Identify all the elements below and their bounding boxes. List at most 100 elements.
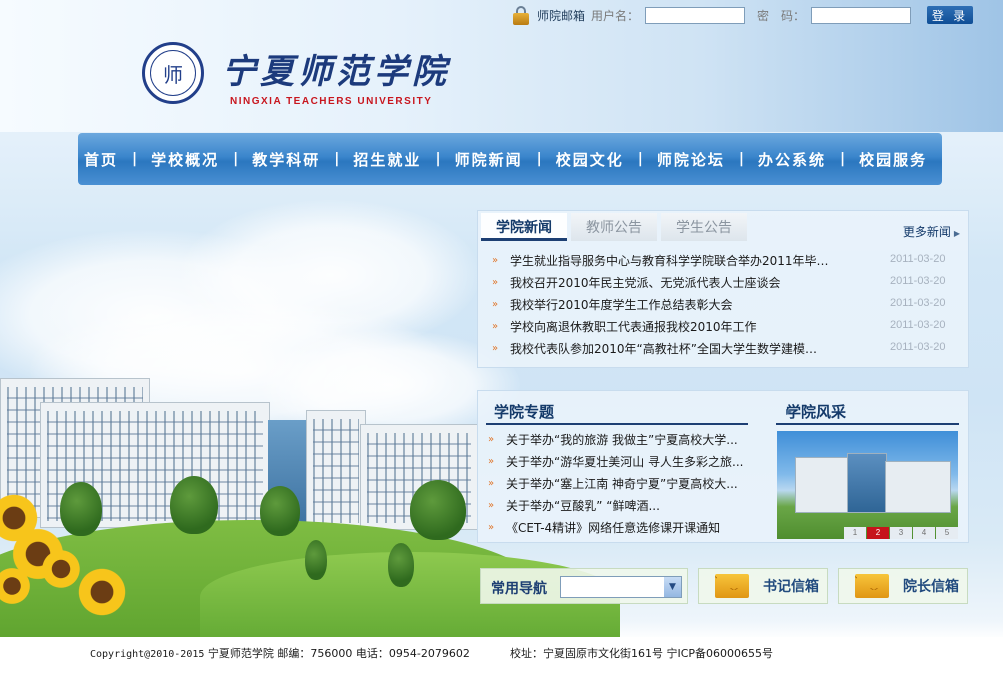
slideshow-pager: 1 2 3 4 5 [844, 527, 958, 539]
login-bar: 师院邮箱 用户名： 密 码： 登 录 [511, 4, 973, 26]
double-chevron-icon: » [488, 434, 495, 445]
list-item: » 我校举行2010年度学生工作总结表彰大会 2011-03-20 [492, 294, 962, 316]
double-chevron-icon: » [492, 277, 499, 288]
list-item: » 学生就业指导服务中心与教育科学学院联合举办2011年毕… 2011-03-20 [492, 250, 962, 272]
campus-photo-slideshow[interactable]: 1 2 3 4 5 [777, 431, 958, 539]
nav-separator: | [132, 151, 138, 167]
list-item: » 我校召开2010年民主党派、无党派代表人士座谈会 2011-03-20 [492, 272, 962, 294]
double-chevron-icon: » [488, 500, 495, 511]
double-chevron-icon: » [488, 522, 495, 533]
tab-college-news[interactable]: 学院新闻 [481, 213, 567, 241]
topic-title[interactable]: 关于举办“豆酸乳” “鲜啤酒... [506, 495, 762, 517]
topic-title[interactable]: 《CET-4精讲》网络任意选修课开课通知 [506, 517, 762, 539]
news-title[interactable]: 我校召开2010年民主党派、无党派代表人士座谈会 [510, 272, 830, 294]
nav-item-overview[interactable]: 学校概况 [151, 149, 219, 170]
nav-separator: | [334, 151, 340, 167]
news-date: 2011-03-20 [890, 297, 946, 309]
username-label: 用户名： [590, 8, 639, 23]
double-chevron-icon: » [488, 478, 495, 489]
list-item: » 关于举办“豆酸乳” “鲜啤酒... [488, 495, 762, 517]
nav-separator: | [435, 151, 441, 167]
seal-glyph: 师 [150, 50, 196, 96]
mailbox-label[interactable]: 师院邮箱 [537, 7, 585, 24]
news-title[interactable]: 学校向离退休教职工代表通报我校2010年工作 [510, 316, 830, 338]
nav-separator: | [738, 151, 744, 167]
topics-heading: 学院专题 [486, 397, 748, 425]
nav-item-forum[interactable]: 师院论坛 [657, 149, 725, 170]
pager-button[interactable]: 5 [936, 527, 958, 539]
chevron-down-icon[interactable]: ▼ [664, 577, 681, 597]
header: 师院邮箱 用户名： 密 码： 登 录 师 宁夏师范学院 NINGXIA TEAC… [0, 0, 1003, 132]
more-news-label: 更多新闻 [902, 225, 951, 239]
double-chevron-icon: » [492, 299, 499, 310]
nav-separator: | [637, 151, 643, 167]
double-chevron-icon: » [488, 456, 495, 467]
topics-panel: 学院专题 » 关于举办“我的旅游 我做主”宁夏高校大学... » 关于举办“游华夏壮… [477, 390, 969, 543]
list-item: » 我校代表队参加2010年“高教社杯”全国大学生数学建模… 2011-03-20 [492, 338, 962, 360]
topics-list: » 关于举办“我的旅游 我做主”宁夏高校大学... » 关于举办“游华夏壮美河山 寻… [488, 429, 762, 539]
nav-item-teaching-research[interactable]: 教学科研 [252, 149, 320, 170]
pager-button[interactable]: 1 [844, 527, 866, 539]
news-date: 2011-03-20 [890, 341, 946, 353]
lock-icon [511, 5, 531, 25]
news-panel: 学院新闻 教师公告 学生公告 更多新闻 ▶ » 学生就业指导服务中心与教育科学学院联… [477, 210, 969, 368]
list-item: » 关于举办“我的旅游 我做主”宁夏高校大学... [488, 429, 762, 451]
nav-item-news[interactable]: 师院新闻 [455, 149, 523, 170]
school-seal-logo[interactable]: 师 [142, 42, 204, 104]
triangle-right-icon: ▶ [953, 229, 960, 238]
news-date: 2011-03-20 [890, 319, 946, 331]
footer: Copyright@2010-2015 宁夏师范学院 邮编：756000 电话：… [0, 637, 1003, 685]
nav-item-campus-culture[interactable]: 校园文化 [556, 149, 624, 170]
footer-copyright: Copyright@2010-2015 宁夏师范学院 邮编：756000 电话：… [90, 645, 470, 661]
list-item: » 关于举办“塞上江南 神奇宁夏”宁夏高校大... [488, 473, 762, 495]
footer-address: 校址：宁夏固原市文化街161号 宁ICP备06000655号 [510, 647, 774, 660]
nav-item-campus-services[interactable]: 校园服务 [859, 149, 927, 170]
president-mailbox-button[interactable]: 院长信箱 [838, 568, 968, 604]
username-input[interactable] [644, 6, 745, 24]
tab-teacher-notices[interactable]: 教师公告 [571, 213, 657, 241]
nav-item-home[interactable]: 首页 [84, 149, 118, 170]
news-title[interactable]: 我校代表队参加2010年“高教社杯”全国大学生数学建模… [510, 338, 830, 360]
nav-item-admissions[interactable]: 招生就业 [353, 149, 421, 170]
quick-nav-select[interactable]: ▼ [560, 576, 682, 598]
envelope-icon [855, 574, 889, 598]
quick-nav-label: 常用导航 [491, 581, 547, 597]
quick-nav: 常用导航 ▼ [480, 568, 688, 604]
password-label: 密 码： [756, 8, 805, 23]
school-name-cn[interactable]: 宁夏师范学院 [222, 44, 450, 93]
double-chevron-icon: » [492, 343, 499, 354]
password-input[interactable] [811, 6, 911, 24]
news-list: » 学生就业指导服务中心与教育科学学院联合举办2011年毕… 2011-03-20 … [492, 250, 962, 360]
news-title[interactable]: 我校举行2010年度学生工作总结表彰大会 [510, 294, 830, 316]
secretary-mailbox-label: 书记信箱 [763, 579, 819, 595]
tab-student-notices[interactable]: 学生公告 [661, 213, 747, 241]
pager-button[interactable]: 4 [913, 527, 935, 539]
copyright-prefix: Copyright@2010-2015 [90, 649, 205, 660]
copyright-contact: 宁夏师范学院 邮编：756000 电话：0954-2079602 [207, 647, 470, 660]
school-name-en: NINGXIA TEACHERS UNIVERSITY [230, 96, 433, 107]
topic-title[interactable]: 关于举办“游华夏壮美河山 寻人生多彩之旅... [506, 451, 762, 473]
double-chevron-icon: » [492, 321, 499, 332]
topics-heading-label[interactable]: 学院专题 [494, 401, 554, 422]
main-nav: 首页 | 学校概况 | 教学科研 | 招生就业 | 师院新闻 | 校园文化 | … [78, 133, 942, 185]
page: 师院邮箱 用户名： 密 码： 登 录 师 宁夏师范学院 NINGXIA TEAC… [0, 0, 1003, 685]
list-item: » 关于举办“游华夏壮美河山 寻人生多彩之旅... [488, 451, 762, 473]
list-item: » 《CET-4精讲》网络任意选修课开课通知 [488, 517, 762, 539]
news-tabs: 学院新闻 教师公告 学生公告 [481, 213, 747, 241]
login-button[interactable]: 登 录 [927, 6, 973, 24]
style-heading: 学院风采 ▶ [776, 397, 959, 425]
envelope-icon [715, 574, 749, 598]
nav-item-office-system[interactable]: 办公系统 [758, 149, 826, 170]
topic-title[interactable]: 关于举办“我的旅游 我做主”宁夏高校大学... [506, 429, 762, 451]
secretary-mailbox-button[interactable]: 书记信箱 [698, 568, 828, 604]
news-date: 2011-03-20 [890, 275, 946, 287]
pager-button-active[interactable]: 2 [867, 527, 889, 539]
nav-separator: | [536, 151, 542, 167]
news-title[interactable]: 学生就业指导服务中心与教育科学学院联合举办2011年毕… [510, 250, 830, 272]
president-mailbox-label: 院长信箱 [903, 579, 959, 595]
news-date: 2011-03-20 [890, 253, 946, 265]
pager-button[interactable]: 3 [890, 527, 912, 539]
more-news-link[interactable]: 更多新闻 ▶ [903, 223, 960, 240]
triangle-right-icon[interactable]: ▶ [786, 407, 957, 416]
topic-title[interactable]: 关于举办“塞上江南 神奇宁夏”宁夏高校大... [506, 473, 762, 495]
